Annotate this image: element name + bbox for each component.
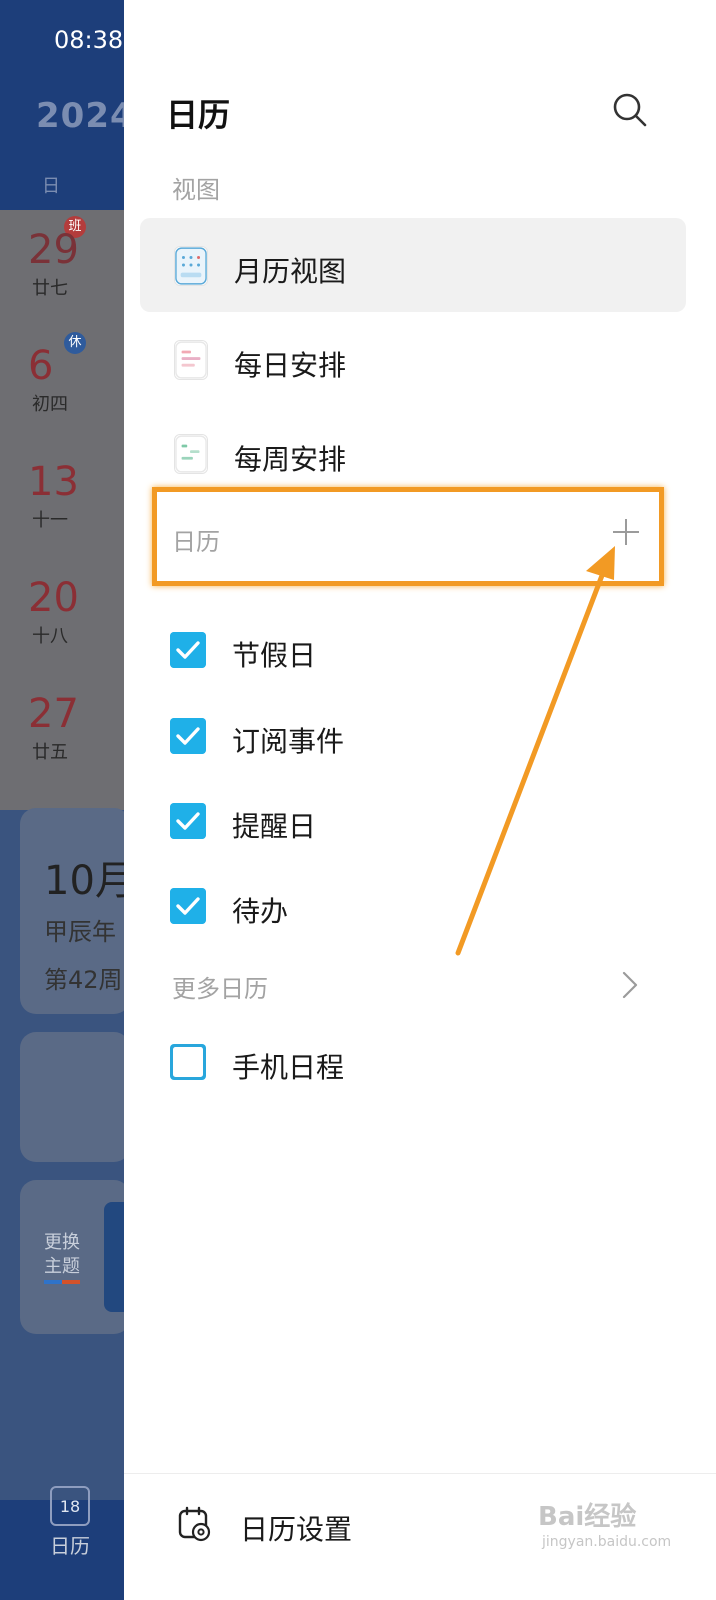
calendar-item-label: 待办 (232, 895, 289, 928)
calendar-item-holidays[interactable]: 节假日 (170, 620, 690, 680)
bg-theme-label-1: 更换 (44, 1232, 80, 1253)
lunar-date: 十一 (32, 510, 68, 531)
month-view-icon (174, 246, 208, 286)
view-label: 每日安排 (234, 349, 347, 382)
calendars-section-label: 日历 (172, 528, 220, 556)
views-section-label: 视图 (172, 176, 220, 204)
more-calendars-section-label[interactable]: 更多日历 (172, 969, 268, 1004)
footer-divider (124, 1473, 716, 1474)
bg-day-cell: 29 廿七 (28, 228, 108, 300)
view-daily[interactable]: 每日安排 (140, 312, 686, 406)
bg-week-number: 第42周 (44, 966, 123, 994)
bg-day-cell: 13 十一 (28, 460, 108, 532)
view-label: 月历视图 (234, 255, 347, 288)
watermark-url: jingyan.baidu.com (542, 1534, 672, 1550)
day-number: 29 (28, 227, 79, 273)
search-icon[interactable] (610, 90, 650, 130)
drawer-title: 日历 (166, 96, 231, 134)
checkbox-unchecked-icon[interactable] (170, 1044, 206, 1080)
bg-card (20, 1032, 130, 1162)
bg-weekday-header: 日 (42, 176, 60, 197)
view-month[interactable]: 月历视图 (140, 218, 686, 312)
calendar-item-label: 订阅事件 (232, 725, 345, 758)
bg-day-cell: 6 初四 (28, 344, 108, 416)
calendar-item-label: 提醒日 (232, 810, 317, 843)
bg-day-cell: 20 十八 (28, 576, 108, 648)
chevron-right-icon[interactable] (618, 970, 642, 1000)
bg-day-cell: 27 廿五 (28, 692, 108, 764)
daily-view-icon (174, 340, 208, 380)
calendar-item-reminders[interactable]: 提醒日 (170, 791, 690, 851)
theme-color-bar (44, 1280, 80, 1284)
checkbox-checked-icon[interactable] (170, 718, 206, 754)
add-calendar-plus-icon[interactable] (610, 516, 642, 548)
calendar-tab-icon: 18 (50, 1486, 90, 1526)
view-weekly[interactable]: 每周安排 (140, 406, 686, 500)
calendar-item-subscriptions[interactable]: 订阅事件 (170, 706, 690, 766)
view-label: 每周安排 (234, 443, 347, 476)
day-number: 6 (28, 343, 54, 389)
day-number: 27 (28, 691, 79, 737)
calendar-item-phone-schedule[interactable]: 手机日程 (170, 1032, 690, 1092)
lunar-date: 廿七 (32, 278, 68, 299)
status-time: 08:38 (54, 26, 124, 54)
bg-theme-label-2: 主题 (44, 1256, 80, 1277)
weekly-view-icon (174, 434, 208, 474)
bg-lunar-year: 甲辰年 (44, 918, 116, 946)
calendar-item-label: 手机日程 (232, 1051, 345, 1084)
lunar-date: 初四 (32, 394, 68, 415)
calendar-item-todo[interactable]: 待办 (170, 876, 690, 936)
bg-year-title: 2024 (36, 96, 135, 136)
lunar-date: 廿五 (32, 742, 68, 763)
bg-month-label: 10月 (44, 858, 135, 904)
watermark-logo: Bai经验 (538, 1502, 637, 1532)
checkbox-checked-icon[interactable] (170, 803, 206, 839)
lunar-date: 十八 (32, 626, 68, 647)
checkbox-checked-icon[interactable] (170, 888, 206, 924)
day-number: 13 (28, 459, 79, 505)
day-number: 20 (28, 575, 79, 621)
calendar-settings-button[interactable]: 日历设置 (240, 1508, 352, 1548)
calendar-item-label: 节假日 (232, 639, 317, 672)
calendar-tab-label: 日历 (50, 1534, 90, 1558)
calendar-drawer: 日历 视图 月历视图 每日安排 每周安排 日历 节假日 订阅事件 提醒日 待办 … (124, 0, 716, 1600)
calendar-settings-icon[interactable] (178, 1506, 212, 1542)
checkbox-checked-icon[interactable] (170, 632, 206, 668)
